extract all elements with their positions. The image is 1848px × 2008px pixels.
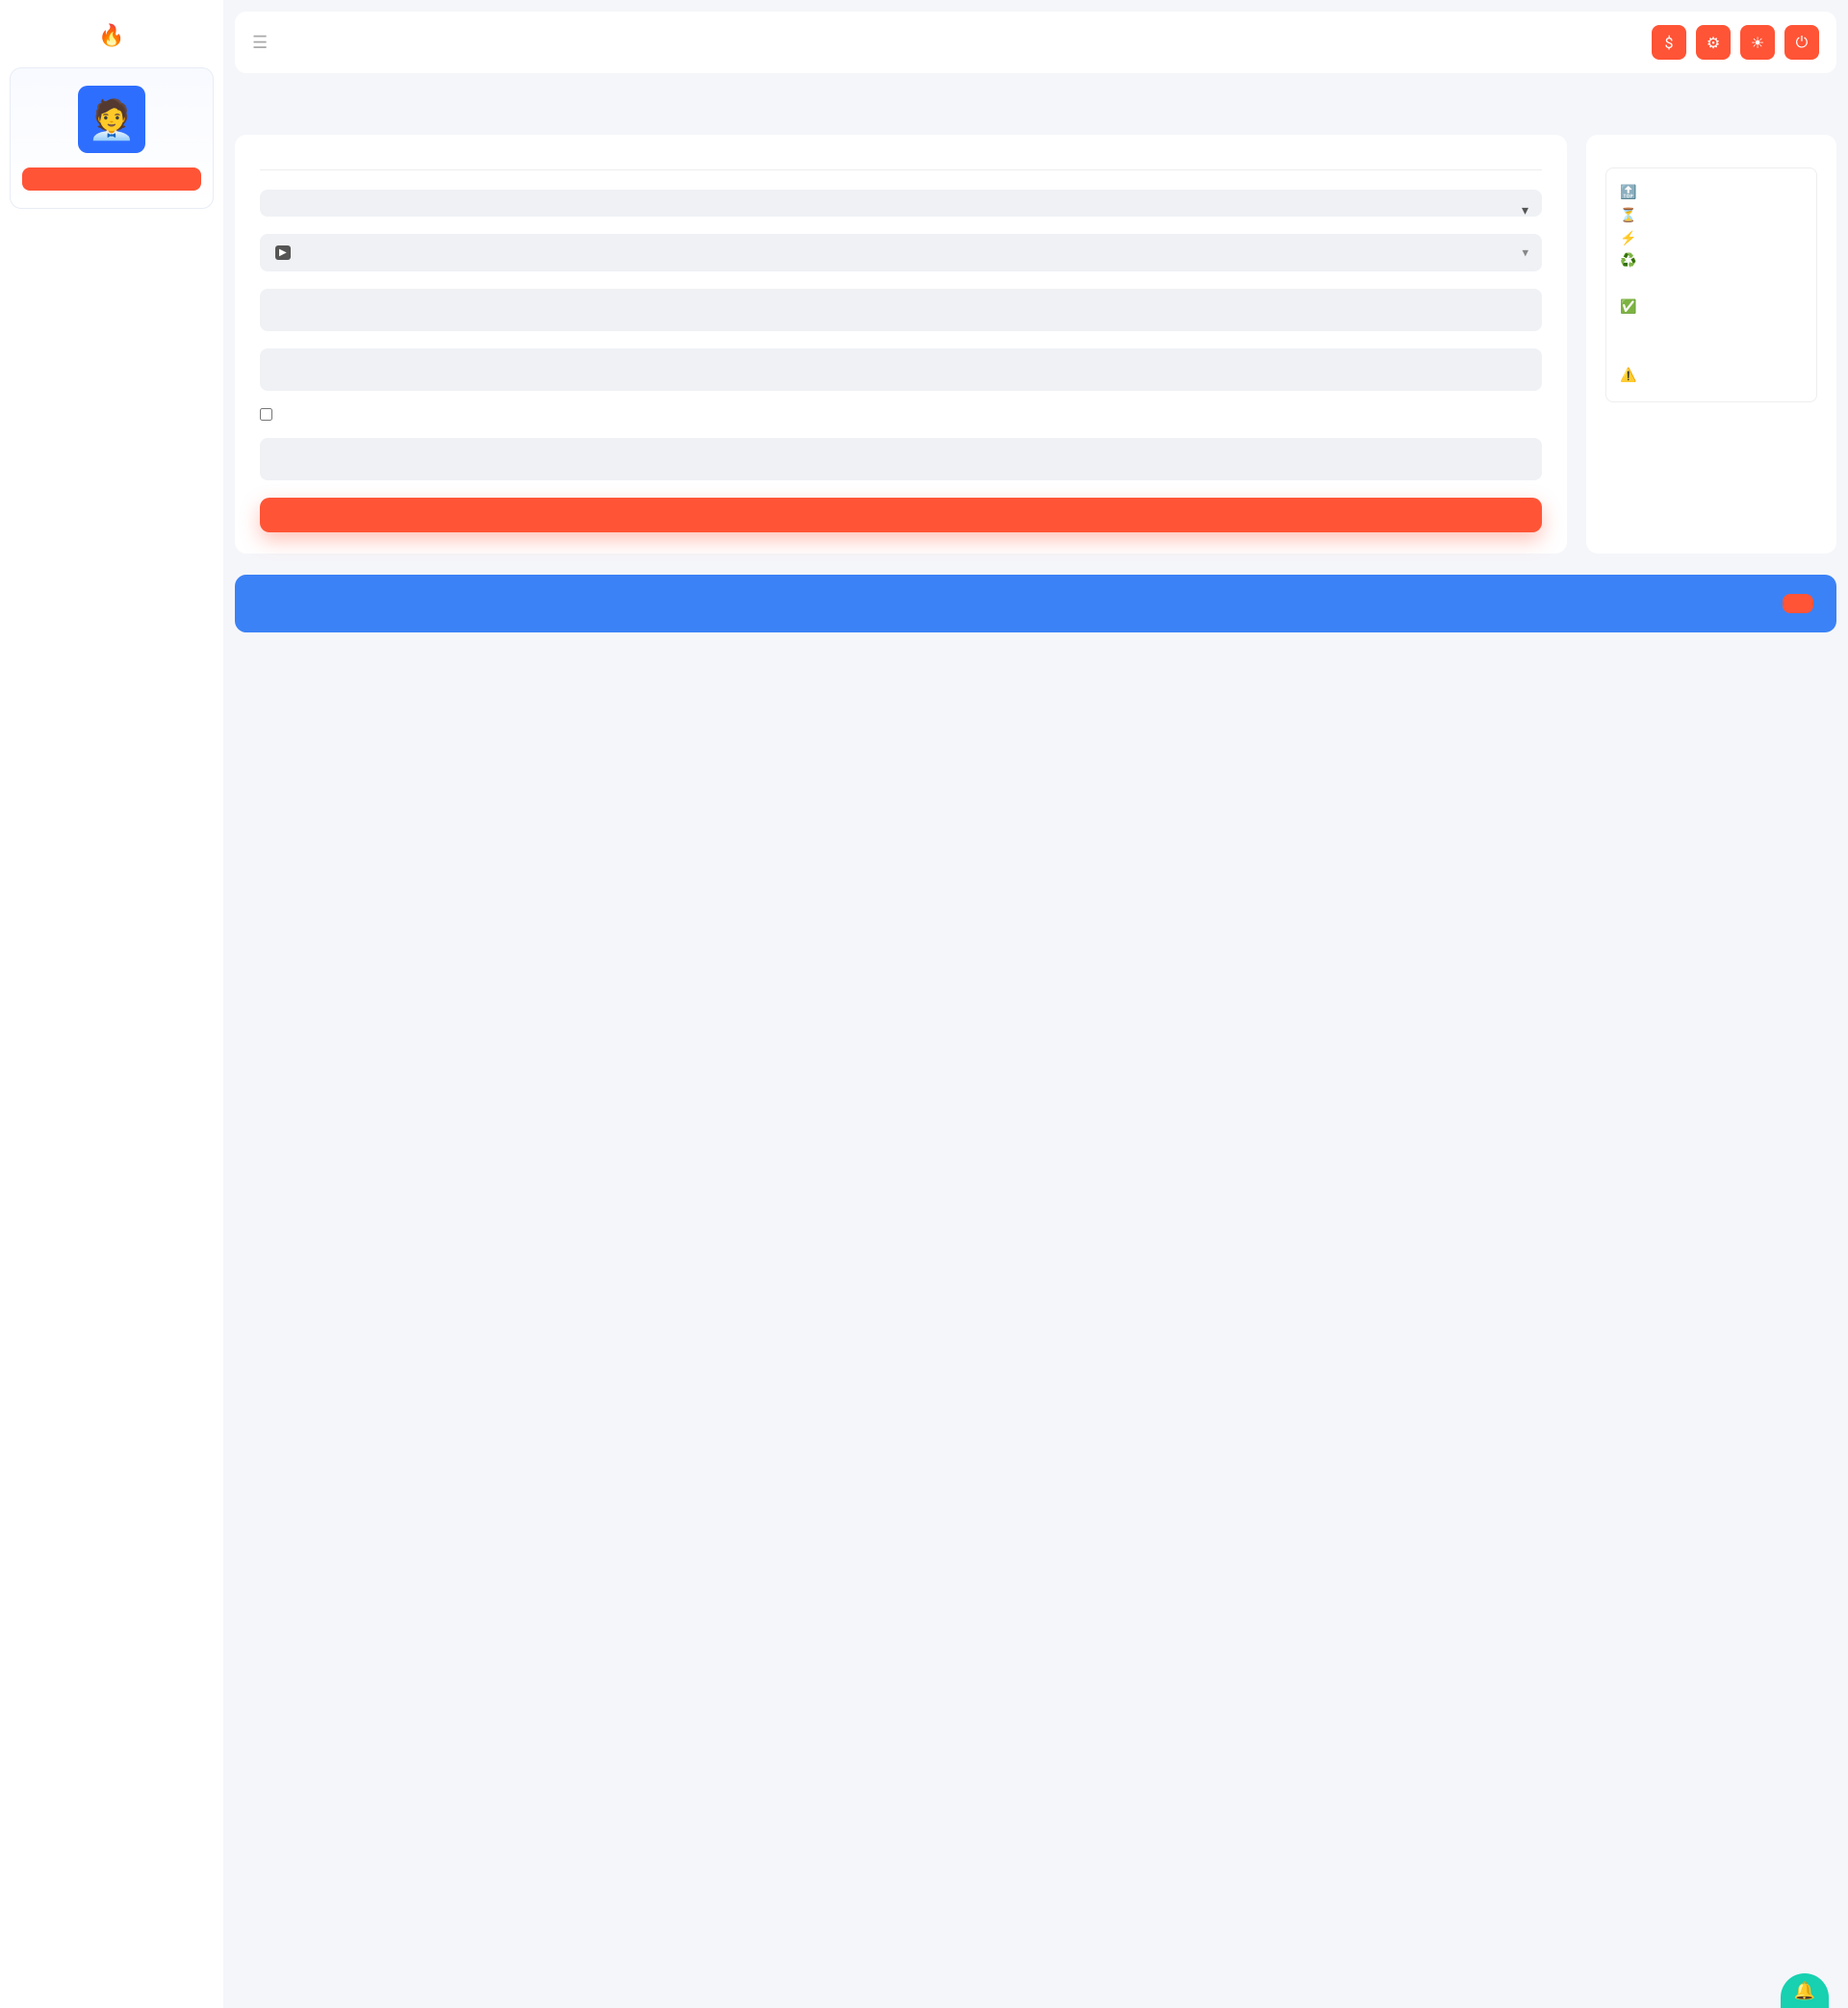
power-icon: ⏻ xyxy=(1796,33,1809,52)
category-select[interactable]: ▾ xyxy=(260,190,1542,217)
theme-button[interactable]: ☀ xyxy=(1740,25,1775,60)
chevron-down-icon: ▾ xyxy=(1522,203,1528,219)
funds-button[interactable]: $ xyxy=(1652,25,1686,60)
order-panel: ▾ ▶ ▾ xyxy=(235,135,1567,553)
gear-icon: ⚙ xyxy=(1707,34,1720,52)
youtube-icon: ▶ xyxy=(275,245,291,260)
charge-input[interactable] xyxy=(260,438,1542,480)
quantity-input[interactable] xyxy=(260,348,1542,391)
balance-button[interactable] xyxy=(22,167,201,191)
hamburger-icon[interactable]: ☰ xyxy=(252,33,268,53)
dripfeed-checkbox[interactable] xyxy=(260,408,272,421)
footer xyxy=(235,575,1836,632)
chevron-down-icon: ▾ xyxy=(1522,244,1528,263)
link-input[interactable] xyxy=(260,289,1542,331)
description-box: 🔝 ⏳ ⚡ ♻️ ✅ ⚠️ xyxy=(1605,167,1817,402)
bell-icon: 🔔 xyxy=(1794,1981,1815,2001)
sun-icon: ☀ xyxy=(1751,34,1764,52)
open-ticket-button[interactable] xyxy=(1783,594,1813,613)
logo[interactable]: 🔥 xyxy=(10,14,214,67)
topbar: ☰ $ ⚙ ☀ ⏻ xyxy=(235,12,1836,73)
service-select[interactable]: ▶ ▾ xyxy=(260,234,1542,271)
description-panel: 🔝 ⏳ ⚡ ♻️ ✅ ⚠️ xyxy=(1586,135,1836,553)
avatar: 🧑‍💼 xyxy=(78,86,145,153)
dollar-icon: $ xyxy=(1665,34,1674,52)
logout-button[interactable]: ⏻ xyxy=(1784,25,1819,60)
user-card: 🧑‍💼 xyxy=(10,67,214,209)
settings-button[interactable]: ⚙ xyxy=(1696,25,1731,60)
submit-button[interactable] xyxy=(260,498,1542,532)
